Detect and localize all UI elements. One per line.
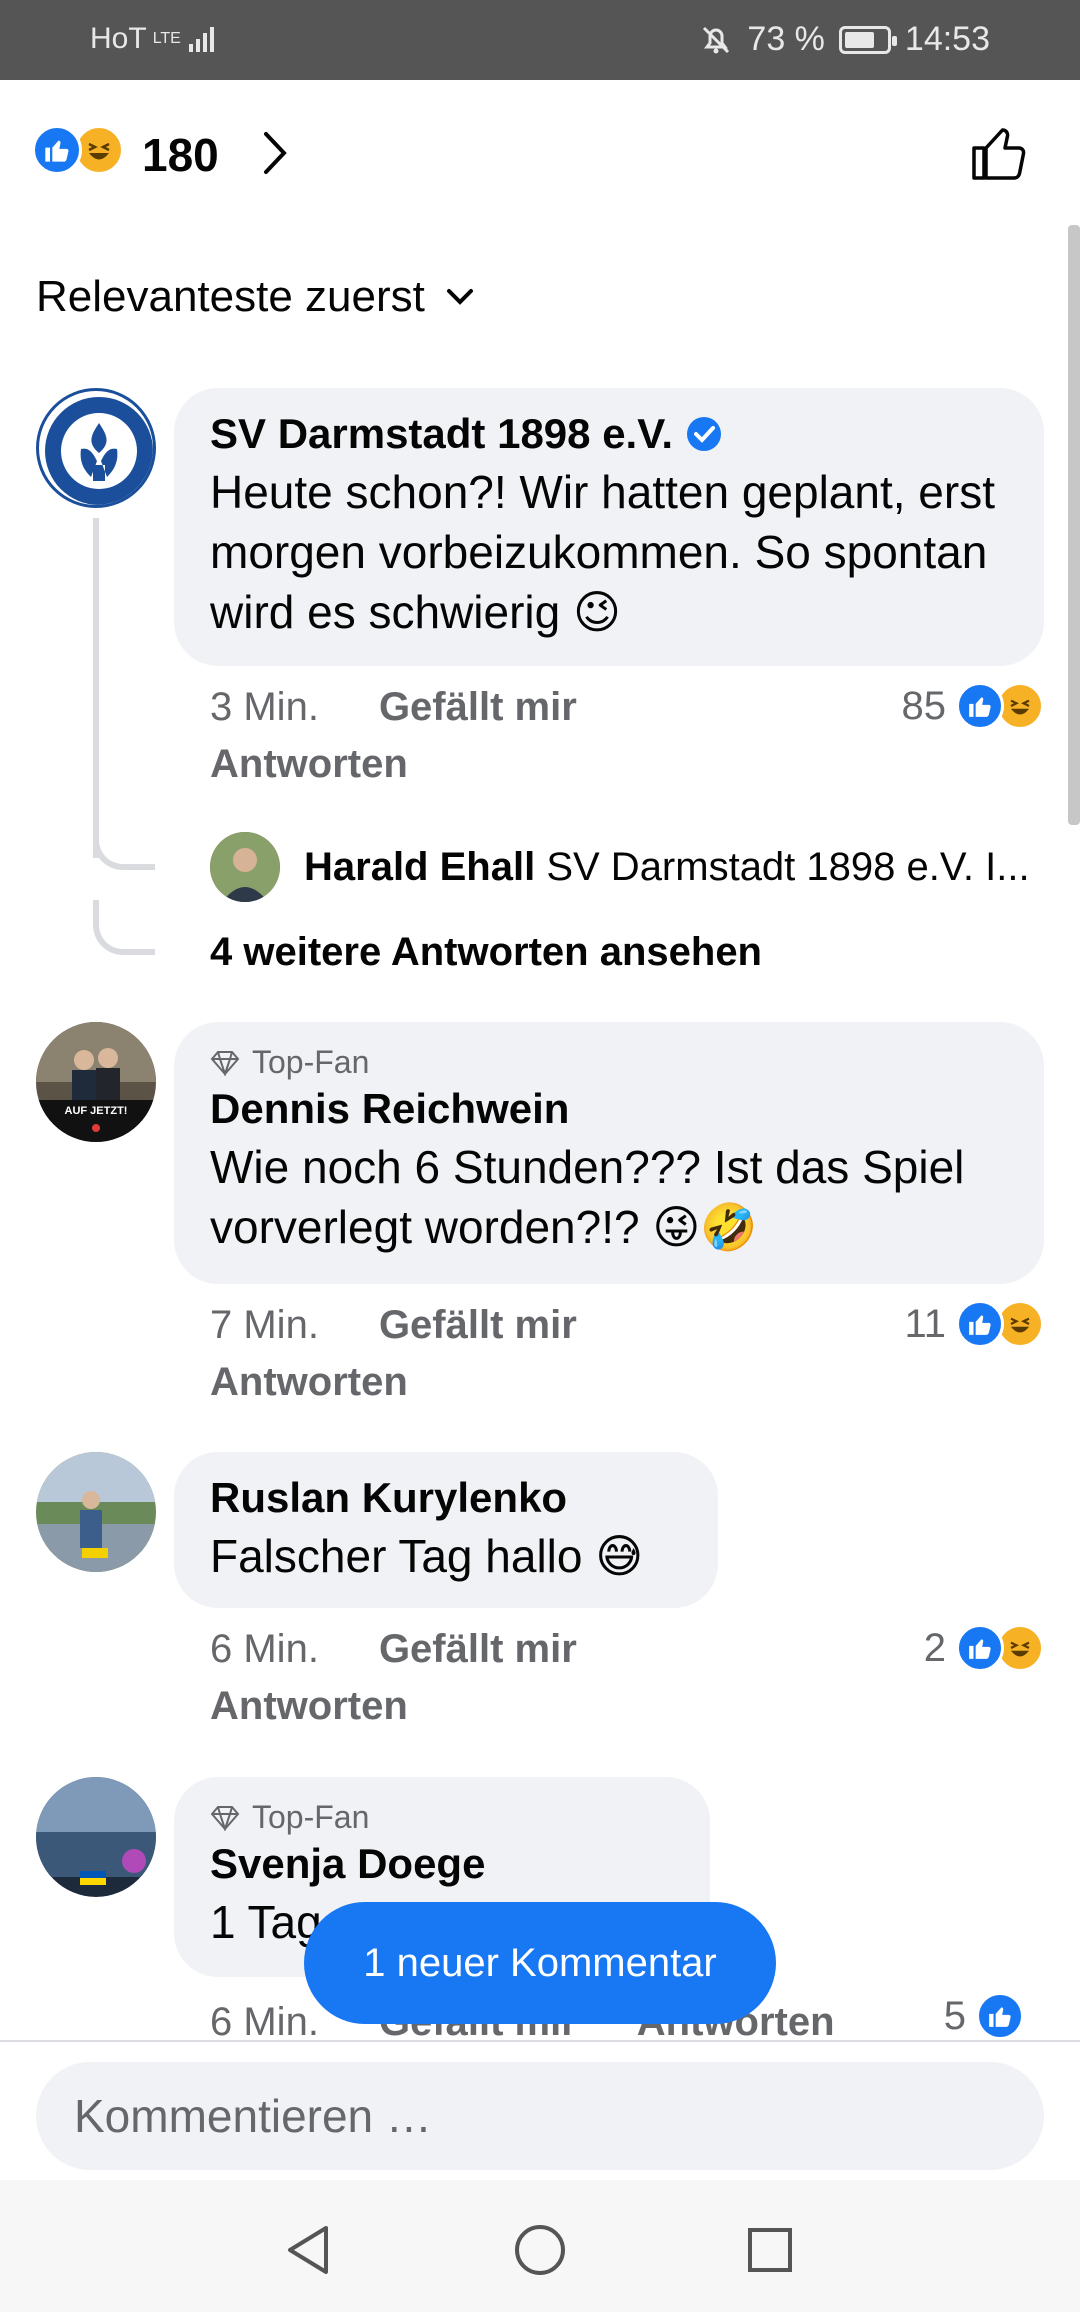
avatar[interactable] [36, 1777, 156, 1897]
comment-bubble[interactable]: Top-Fan Dennis Reichwein Wie noch 6 Stun… [174, 1022, 1044, 1284]
battery-percent: 73 % [747, 20, 825, 58]
reaction-count: 5 [943, 1993, 966, 2038]
reply-preview[interactable]: Harald Ehall SV Darmstadt 1898 e.V. I... [210, 832, 1050, 902]
reply-button[interactable]: Antworten [210, 1684, 577, 1729]
comment-text: Heute schon?! Wir hatten geplant, erst m… [210, 466, 995, 638]
reply-button[interactable]: Antworten [210, 742, 577, 787]
carrier-label: HoT [90, 22, 147, 55]
battery-icon [838, 25, 897, 54]
comment-actions: 7 Min. Gefällt mir Antworten [210, 1303, 577, 1405]
avatar[interactable]: AUF JETZT! [36, 1022, 156, 1142]
like-icon [956, 1300, 1004, 1348]
reply-snippet: SV Darmstadt 1898 e.V. I... [546, 844, 1030, 889]
comment-time: 7 Min. [210, 1303, 319, 1347]
scrollbar[interactable] [1068, 225, 1080, 825]
avatar[interactable] [36, 388, 156, 508]
comment-input[interactable]: Kommentieren … [36, 2062, 1044, 2170]
diamond-icon [210, 1805, 240, 1831]
comment-reactions[interactable]: 85 [901, 682, 1044, 730]
reaction-count: 11 [904, 1301, 946, 1346]
comment-time: 6 Min. [210, 2000, 319, 2040]
comment-text: Falscher Tag hallo 😅 [210, 1530, 644, 1582]
view-more-replies-link[interactable]: 4 weitere Antworten ansehen [210, 930, 762, 975]
reaction-summary[interactable] [32, 125, 124, 175]
comment-time: 3 Min. [210, 685, 319, 729]
comment-reactions[interactable]: 2 [924, 1624, 1044, 1672]
comment-author[interactable]: Dennis Reichwein [210, 1085, 569, 1133]
comment-reactions[interactable]: 11 [904, 1300, 1044, 1348]
verified-badge-icon [687, 417, 722, 451]
thread-connector [93, 820, 155, 870]
home-icon[interactable] [512, 2222, 568, 2278]
top-fan-badge: Top-Fan [210, 1044, 1008, 1081]
club-crest-icon [45, 397, 153, 505]
recents-icon[interactable] [744, 2222, 796, 2278]
comment-composer-bar: Kommentieren … [0, 2040, 1080, 2180]
reaction-count[interactable]: 180 [142, 128, 219, 182]
like-icon [956, 1624, 1004, 1672]
back-icon[interactable] [282, 2222, 334, 2278]
like-button[interactable]: Gefällt mir [379, 685, 577, 730]
clock: 14:53 [904, 20, 990, 58]
like-button[interactable]: Gefällt mir [379, 1303, 577, 1348]
badge-label: Top-Fan [252, 1799, 370, 1835]
sort-dropdown[interactable]: Relevanteste zuerst [36, 272, 475, 322]
comment-author[interactable]: SV Darmstadt 1898 e.V. [210, 410, 673, 458]
avatar-caption: AUF JETZT! [65, 1105, 128, 1117]
diamond-icon [210, 1050, 240, 1076]
comment-text: Wie noch 6 Stunden??? Ist das Spiel vorv… [210, 1141, 965, 1253]
comment-actions: 3 Min. Gefällt mir Antworten [210, 685, 577, 787]
thread-connector [93, 900, 155, 955]
reaction-count: 2 [923, 1625, 946, 1670]
sort-label: Relevanteste zuerst [36, 272, 425, 321]
like-icon [956, 682, 1004, 730]
thread-line [93, 518, 99, 858]
comment-author[interactable]: Svenja Doege [210, 1840, 485, 1888]
reply-button[interactable]: Antworten [210, 1360, 577, 1405]
mute-bell-icon [703, 26, 730, 53]
top-fan-badge: Top-Fan [210, 1799, 674, 1836]
comment-time: 6 Min. [210, 1627, 319, 1671]
reply-author: Harald Ehall [304, 844, 536, 889]
badge-label: Top-Fan [252, 1044, 370, 1080]
comment-actions: 6 Min. Gefällt mir Antworten [210, 1627, 577, 1729]
comment-bubble[interactable]: Ruslan Kurylenko Falscher Tag hallo 😅 [174, 1452, 718, 1608]
like-icon [976, 1992, 1024, 2040]
comment-reactions[interactable]: 5 [944, 1992, 1024, 2040]
status-bar: HoT LTE 73 % 14:53 [0, 0, 1080, 80]
comment-author[interactable]: Ruslan Kurylenko [210, 1474, 567, 1522]
system-nav-bar [0, 2180, 1080, 2312]
like-outline-icon[interactable] [968, 120, 1032, 184]
new-comment-button[interactable]: 1 neuer Kommentar [304, 1902, 776, 2024]
avatar[interactable] [210, 832, 280, 902]
reactions-header: 180 [0, 80, 1080, 225]
like-icon [32, 125, 82, 175]
signal-icon [188, 27, 214, 52]
network-label: LTE [152, 30, 181, 47]
comment-bubble[interactable]: SV Darmstadt 1898 e.V. Heute schon?! Wir… [174, 388, 1044, 666]
reaction-count: 85 [901, 683, 947, 728]
like-button[interactable]: Gefällt mir [379, 1627, 577, 1672]
chevron-right-icon[interactable] [258, 128, 292, 178]
chevron-down-icon [446, 289, 473, 305]
avatar[interactable] [36, 1452, 156, 1572]
